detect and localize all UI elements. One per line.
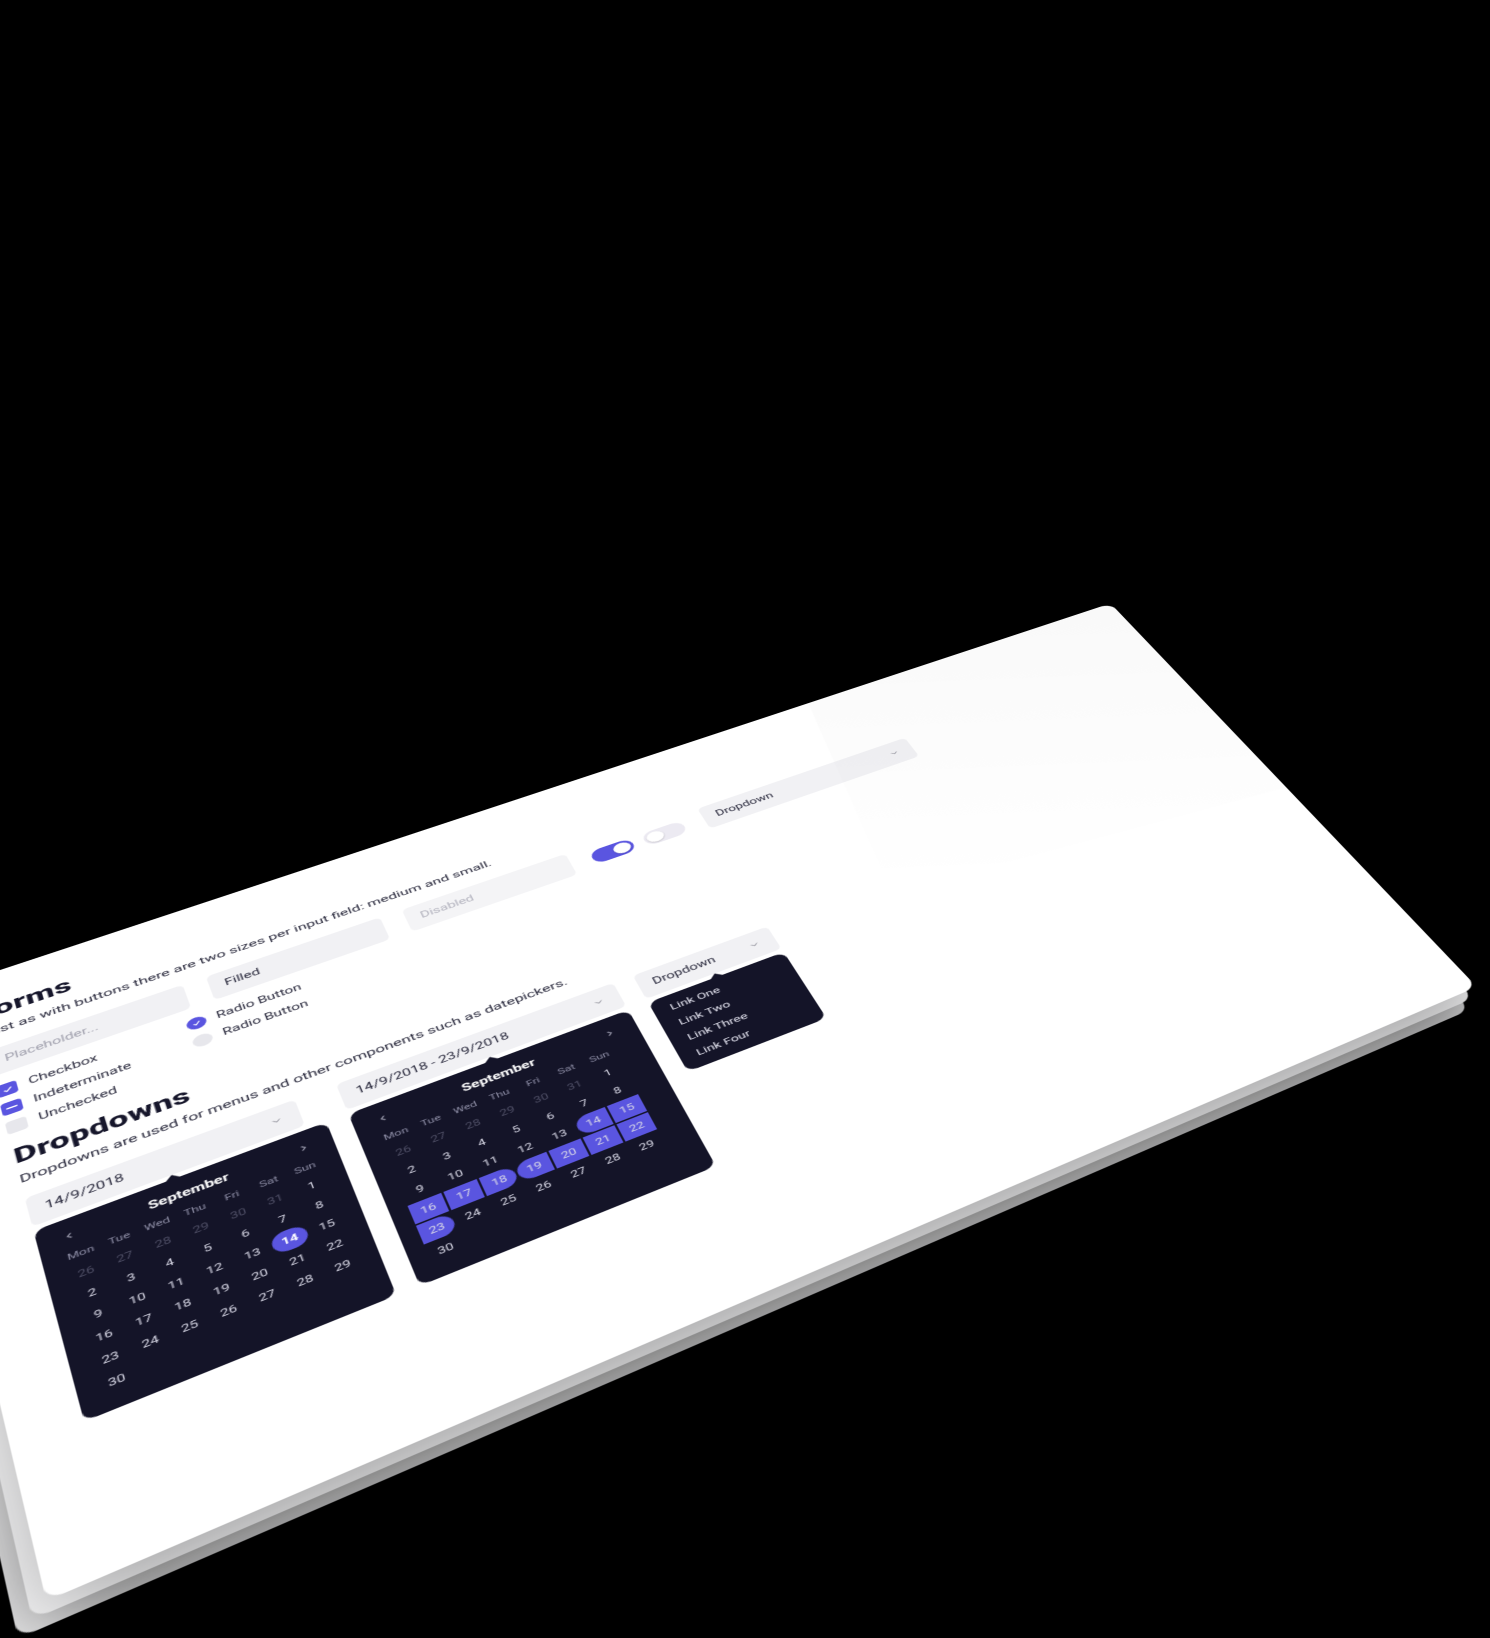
chevron-down-icon [589, 995, 608, 1008]
toggle-on[interactable] [589, 838, 637, 864]
chevron-down-icon [886, 747, 903, 758]
radio-selected-icon [185, 1014, 208, 1032]
chevron-down-icon [745, 938, 763, 951]
calendar-range: September MonTueWedThuFriSatSun 26272829… [348, 1009, 716, 1285]
calendar-next-button[interactable] [601, 1025, 619, 1041]
calendar-prev-button[interactable] [60, 1226, 78, 1245]
filled-value: Filled [223, 966, 261, 987]
dropdown-label: Dropdown [714, 790, 776, 817]
checkbox-unchecked-icon [5, 1115, 29, 1134]
calendar-next-button[interactable] [294, 1139, 312, 1157]
calendar-prev-button[interactable] [374, 1109, 392, 1126]
radio-unselected-icon [191, 1031, 215, 1049]
checkbox-checked-icon [0, 1079, 19, 1098]
disabled-value: Disabled [419, 893, 476, 920]
toggle-off[interactable] [641, 820, 689, 846]
checkbox-indeterminate-icon [0, 1097, 24, 1116]
calendar-single: September MonTueWedThuFriSatSun 26272829… [33, 1122, 396, 1421]
